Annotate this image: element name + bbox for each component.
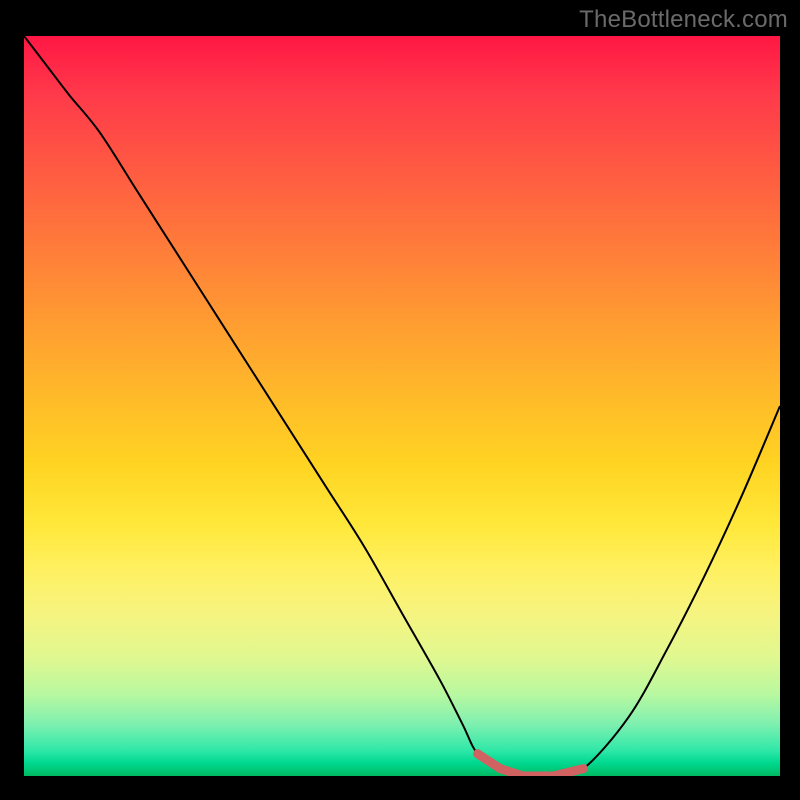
watermark-text: TheBottleneck.com	[579, 6, 788, 34]
plot-area	[24, 36, 780, 776]
bottleneck-curve	[24, 36, 780, 776]
curve-layer	[24, 36, 780, 776]
chart-frame: TheBottleneck.com	[0, 0, 800, 800]
